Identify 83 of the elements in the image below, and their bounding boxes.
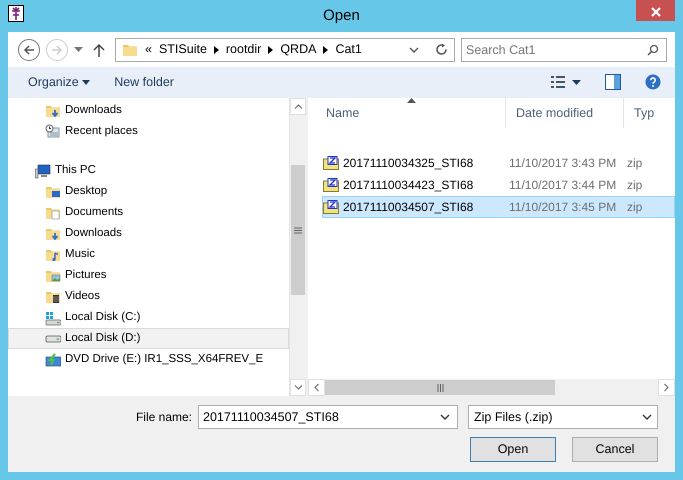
forward-arrow-icon — [51, 44, 63, 56]
organize-button[interactable]: Organize — [22, 70, 96, 94]
up-chevron-icon — [294, 104, 302, 109]
scroll-down-button[interactable] — [290, 379, 306, 396]
modified-date: 11/10/2017 3:44 PM — [509, 177, 618, 194]
recent-places-icon — [45, 124, 61, 140]
scrollbar[interactable] — [308, 379, 675, 396]
scrollbar[interactable] — [289, 98, 306, 396]
right-chevron-icon — [664, 383, 669, 392]
breadcrumb-item[interactable]: QRDA — [280, 40, 316, 59]
left-chevron-icon — [314, 383, 319, 392]
back-button[interactable] — [18, 38, 40, 60]
file-row[interactable]: 20171110034423_STI68 11/10/2017 3:44 PM zip — [322, 174, 675, 196]
column-header[interactable]: Typ — [624, 98, 664, 128]
new-folder-button[interactable]: New folder — [108, 70, 180, 94]
chevron-icon[interactable] — [268, 46, 274, 54]
search-field[interactable]: Search Cat1 — [461, 38, 667, 62]
zip-file-icon — [323, 200, 339, 214]
sidebar-item[interactable]: Downloads — [65, 224, 122, 242]
window-title: Open — [323, 7, 360, 24]
chevron-icon[interactable] — [323, 46, 328, 54]
chevron-icon[interactable] — [214, 46, 219, 54]
sidebar-item[interactable]: Documents — [65, 204, 124, 222]
file-row[interactable]: 20171110034325_STI68 11/10/2017 3:43 PM zip — [322, 152, 675, 174]
overflow-chevron[interactable]: « — [145, 40, 152, 59]
down-chevron-icon — [294, 385, 302, 390]
file-type: zip — [627, 155, 642, 172]
scroll-thumb[interactable] — [291, 165, 305, 295]
scroll-up-button[interactable] — [290, 98, 306, 115]
refresh-icon[interactable] — [435, 43, 448, 56]
sidebar-item[interactable]: Videos — [65, 288, 100, 306]
sidebar-item[interactable]: Recent places — [65, 122, 138, 140]
help-icon[interactable] — [645, 74, 661, 90]
disk-drive-icon — [45, 334, 61, 342]
file-type-dropdown[interactable]: Zip Files (.zip) — [468, 405, 658, 429]
breadcrumb-item[interactable]: STISuite — [158, 40, 207, 59]
disk-drive-icon — [45, 310, 61, 326]
column-header[interactable]: Name — [316, 98, 506, 128]
computer-icon — [35, 162, 51, 178]
selected-row-highlight[interactable]: Local Disk (D:) — [8, 328, 289, 349]
close-icon — [650, 6, 660, 17]
dropdown-icon — [642, 414, 652, 420]
file-name: 20171110034423_STI68 — [343, 177, 474, 194]
sidebar-item[interactable]: Downloads — [65, 102, 122, 120]
dialog-button[interactable]: Cancel — [572, 437, 658, 462]
scroll-left-button[interactable] — [308, 379, 325, 396]
breadcrumb-item[interactable]: Cat1 — [335, 40, 362, 59]
view-menu-icon[interactable] — [551, 76, 581, 88]
zip-file-icon — [323, 178, 339, 192]
sidebar-item[interactable]: Desktop — [65, 182, 108, 200]
file-type: zip — [627, 177, 642, 194]
zip-file-icon — [323, 156, 339, 170]
sort-arrow-icon — [406, 98, 416, 103]
sidebar-item[interactable]: DVD Drive (E:) IR1_SSS_X64FREV_E — [65, 350, 264, 368]
back-arrow-icon — [23, 44, 35, 56]
dropdown-icon[interactable] — [409, 46, 419, 52]
sidebar-item[interactable]: Local Disk (D:) — [65, 330, 140, 348]
sidebar-item[interactable]: Local Disk (C:) — [65, 308, 140, 326]
close-button[interactable] — [636, 0, 675, 21]
dropdown-icon[interactable] — [440, 414, 450, 420]
modified-date: 11/10/2017 3:45 PM — [509, 199, 618, 216]
column-header[interactable]: Date modified — [506, 98, 624, 128]
sidebar-item[interactable]: This PC — [55, 162, 96, 180]
up-arrow-icon[interactable] — [93, 42, 105, 56]
scroll-thumb[interactable] — [325, 380, 555, 395]
dialog-button[interactable]: Open — [470, 437, 556, 462]
file-name: 20171110034325_STI68 — [343, 155, 474, 172]
file-name-field[interactable]: 20171110034507_STI68 — [198, 405, 458, 429]
scroll-right-button[interactable] — [658, 379, 675, 396]
breadcrumb-item[interactable]: rootdir — [226, 40, 262, 59]
app-icon — [8, 5, 24, 22]
sidebar-item[interactable]: Pictures — [65, 266, 107, 284]
file-type: zip — [627, 199, 642, 216]
file-name: 20171110034507_STI68 — [343, 199, 474, 216]
sidebar-item[interactable]: Music — [65, 246, 96, 264]
preview-pane-icon[interactable] — [605, 74, 621, 90]
file-row[interactable]: 20171110034507_STI68 11/10/2017 3:45 PM zip — [322, 196, 675, 218]
dvd-drive-icon — [45, 352, 61, 368]
search-icon — [647, 44, 659, 56]
file-name-label: File name: — [136, 409, 192, 426]
caret-icon — [82, 80, 90, 85]
modified-date: 11/10/2017 3:43 PM — [509, 155, 618, 172]
address-bar[interactable]: « STISuite rootdir QRDA Cat1 — [115, 38, 455, 62]
